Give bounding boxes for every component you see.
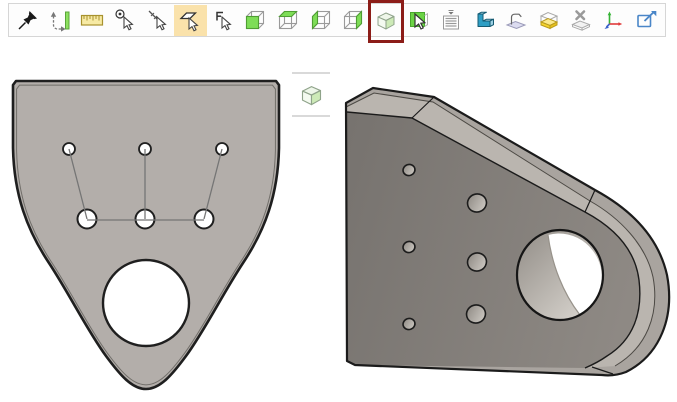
select-face-icon [178,8,202,32]
toolbar-button-view-right[interactable] [337,5,370,36]
shaded-cube-icon [374,8,398,32]
large-hole[interactable] [103,260,189,346]
axes-triad-icon [602,8,626,32]
toolbar-button-view-list[interactable] [435,5,468,36]
cube-left-face-icon [309,8,333,32]
section-solid-icon [472,8,496,32]
dimension-arrows-icon [48,8,72,32]
view-list-icon [439,8,463,32]
toolbar-button-view-front[interactable] [239,5,272,36]
cube-top-face-icon [276,8,300,32]
main-toolbar [8,3,666,37]
toolbar-button-ref-dimension[interactable] [44,5,77,36]
cad-workspace [0,0,677,402]
toolbar-button-select-edge[interactable] [141,5,174,36]
cube-right-face-icon [341,8,365,32]
toolbar-button-section[interactable] [467,5,500,36]
shaded-view-mini-button[interactable] [298,81,325,108]
ruler-icon [80,8,104,32]
toolbar-button-view-top[interactable] [272,5,305,36]
front-view-viewport[interactable] [0,60,300,402]
toolbar-button-pin[interactable] [11,5,44,36]
isometric-view-viewport[interactable] [330,55,677,402]
toolbar-button-triad[interactable] [598,5,631,36]
cube-front-face-icon [243,8,267,32]
select-point-icon [113,8,137,32]
toolbar-button-shaded-view[interactable] [370,5,403,36]
toolbar-button-sketch[interactable] [500,5,533,36]
toolbar-button-select-face[interactable] [174,5,207,36]
cursor-overlay-icon [406,8,430,32]
open-external-icon [635,8,659,32]
delete-body-icon [569,8,593,32]
select-body-icon [211,8,235,32]
toolbar-button-bounding-box[interactable] [533,5,566,36]
select-edge-icon [146,8,170,32]
toolbar-button-view-left[interactable] [304,5,337,36]
toolbar-button-select-overlay[interactable] [402,5,435,36]
toolbar-button-select-body[interactable] [207,5,240,36]
large-through-hole[interactable] [517,230,603,320]
toolbar-button-measure[interactable] [76,5,109,36]
shaded-cube-icon [298,81,325,108]
pushpin-icon [15,8,39,32]
toolbar-button-select-point[interactable] [109,5,142,36]
toolbar-button-delete-body[interactable] [565,5,598,36]
toolbar-button-open-external[interactable] [630,5,663,36]
bounding-box-icon [537,8,561,32]
sketch-plane-icon [504,8,528,32]
